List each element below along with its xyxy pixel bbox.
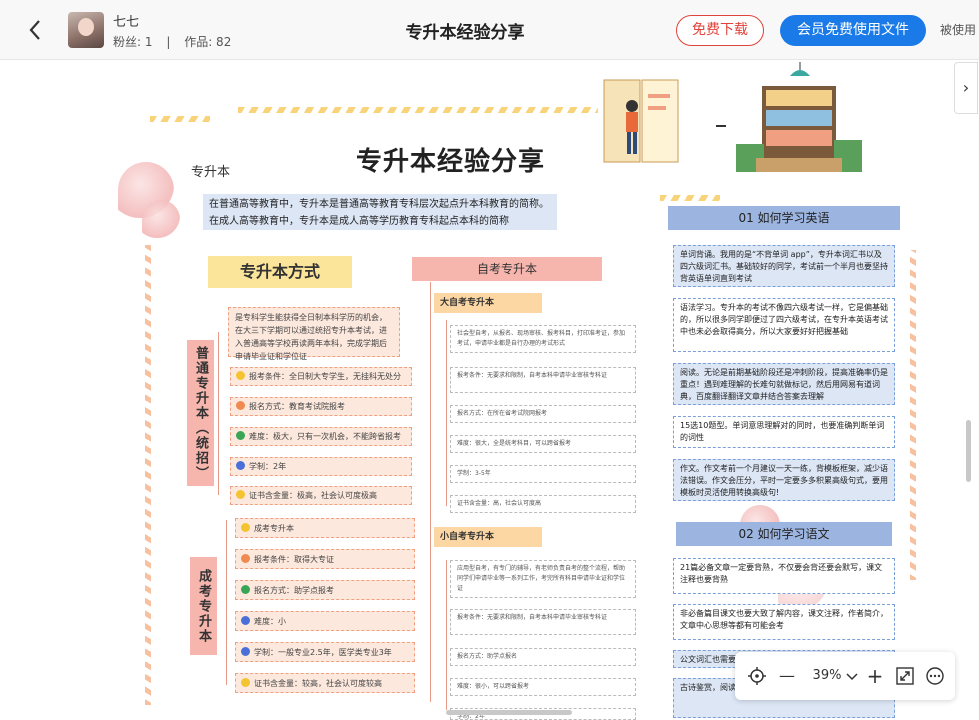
list-item[interactable]: 难度：极大，只有一次机会，不能跨省报考: [230, 427, 412, 446]
number-badge: [241, 616, 250, 625]
number-badge: [241, 523, 250, 532]
works-count: 作品: 82: [184, 35, 232, 49]
connector-line: [446, 560, 447, 710]
list-item[interactable]: 报名方式：助学点报名: [450, 648, 636, 666]
number-badge: [236, 371, 245, 380]
list-item[interactable]: 证书含金量：极高，社会认可度极高: [230, 486, 412, 505]
connector-line: [430, 282, 431, 702]
number-badge: [241, 554, 250, 563]
list-item[interactable]: 报考条件：无要求和限制，自考本科申请毕业审核专科证: [450, 367, 636, 393]
back-button[interactable]: [28, 16, 50, 44]
flower-decoration: [142, 200, 180, 238]
list-item[interactable]: 难度：很小，可以跨省报考: [450, 678, 636, 696]
self-exam-header[interactable]: 自考专升本: [412, 257, 602, 281]
category-desc[interactable]: 是专科学生能获得全日制本科学历的机会，在大三下学期可以通过统招专升本考试，进入普…: [228, 307, 400, 361]
methods-header[interactable]: 专升本方式: [208, 256, 352, 288]
locate-button[interactable]: [745, 664, 769, 692]
list-item[interactable]: 证书含金量：高，社会认可度高: [450, 495, 636, 513]
list-item[interactable]: 学制：一般专业2.5年，医学类专业3年: [235, 642, 415, 662]
mindmap-title: 专升本经验分享: [356, 147, 546, 177]
list-item[interactable]: 语法学习。专升本的考试不像四六级考试一样，它是偏基础的，所以很多同学即便过了四六…: [673, 298, 895, 352]
list-item[interactable]: 单词背诵。我用的是“不背单词 app”，专升本词汇书以及四六级词汇书。基础较好的…: [673, 245, 895, 287]
decor-dashes: [910, 250, 916, 580]
list-item[interactable]: 作文。作文考前一个月建议一天一练，背模板框架，减少语法错误。作文会压分，平时一定…: [673, 459, 895, 501]
list-item[interactable]: 难度：很大，全是统考科目，可以跨省报考: [450, 435, 636, 453]
number-badge: [236, 490, 245, 499]
zoom-out-button[interactable]: —: [775, 664, 799, 688]
number-badge: [241, 647, 250, 656]
zoom-dropdown[interactable]: [845, 664, 859, 688]
list-item[interactable]: 15选10题型。单词意思理解对的同时，也要准确判断单词的词性: [673, 416, 895, 448]
list-item[interactable]: 报名方式：在所在省考试院网报考: [450, 405, 636, 423]
number-badge: [236, 431, 245, 440]
connector-line: [218, 332, 219, 495]
category-normal-exam[interactable]: 普通专升本（统招）: [187, 340, 214, 486]
decor-dashes: [150, 116, 210, 122]
number-badge: [241, 678, 250, 687]
list-item[interactable]: 阅读。无论是前期基础阶段还是冲刺阶段，提高准确率仍是重点！遇到难理解的长难句就做…: [673, 363, 895, 405]
fullscreen-button[interactable]: [893, 664, 917, 692]
english-header[interactable]: 01 如何学习英语: [668, 206, 900, 230]
category-adult-exam[interactable]: 成考专升本: [190, 557, 217, 655]
big-self-exam-header[interactable]: 大自考专升本: [434, 293, 542, 313]
decor-dashes: [238, 107, 598, 113]
decor-dashes: [660, 195, 720, 201]
connector-line: [716, 125, 726, 127]
book-reading-illustration: [603, 79, 679, 163]
decor-dashes: [145, 245, 151, 705]
chevron-down-icon: [846, 673, 858, 681]
list-item[interactable]: 报考条件：全日制大专学生，无挂科无处分: [230, 367, 412, 386]
list-item[interactable]: 社会型自考，从报名、现场审核、报考科目，打印准考证，参加考试，申请毕业都是自行办…: [450, 325, 636, 353]
list-item[interactable]: 21篇必备文章一定要背熟，不仅要会背还要会默写，课文注释也要背熟: [673, 558, 895, 594]
small-self-exam-header[interactable]: 小自考专升本: [434, 527, 542, 547]
list-item[interactable]: 报名方式：助学点报考: [235, 580, 415, 600]
list-item[interactable]: 报名方式：教育考试院报考: [230, 397, 412, 416]
avatar[interactable]: [68, 12, 104, 48]
list-item[interactable]: 报考条件：取得大专证: [235, 549, 415, 569]
list-item[interactable]: 难度：小: [235, 611, 415, 631]
top-bar: 七七 粉丝: 1 | 作品: 82 专升本经验分享 免费下载 会员免费使用文件 …: [0, 0, 979, 60]
list-item[interactable]: 报考条件：无要求和限制，自考本科申请毕业审核专科证: [450, 609, 636, 635]
zoom-in-button[interactable]: +: [863, 664, 887, 688]
used-count-label: 被使用: [940, 23, 977, 37]
page-title: 专升本经验分享: [405, 23, 525, 43]
list-item[interactable]: 学制：3-5年: [450, 465, 636, 483]
more-icon: [926, 667, 944, 685]
connector-line: [446, 320, 447, 506]
number-badge: [236, 401, 245, 410]
zoom-level[interactable]: 39%: [807, 664, 847, 688]
zoom-toolbar: — 39% +: [735, 652, 955, 700]
more-button[interactable]: [923, 664, 947, 692]
chinese-header[interactable]: 02 如何学习语文: [676, 522, 892, 546]
list-item[interactable]: 证书含金量：较高，社会认可度较高: [235, 673, 415, 693]
library-illustration: [736, 62, 862, 172]
number-badge: [236, 461, 245, 470]
chevron-left-icon: [29, 20, 40, 40]
vip-use-button[interactable]: 会员免费使用文件: [780, 15, 926, 46]
crosshair-icon: [748, 667, 766, 685]
stats-separator: |: [166, 35, 171, 49]
horizontal-scrollbar[interactable]: [446, 710, 572, 715]
fans-count: 粉丝: 1: [113, 35, 153, 49]
connector-line: [226, 520, 227, 685]
free-download-button[interactable]: 免费下载: [676, 15, 764, 46]
intro-box[interactable]: 在普通高等教育中，专升本是普通高等教育专科层次起点升本科教育的简称。在成人高等教…: [203, 194, 557, 230]
list-item[interactable]: 应用型自考，有专门的辅导，有老师负责自考的整个流程，帮助同学们申请毕业等一系列工…: [450, 560, 636, 598]
list-item[interactable]: 学制：2年: [230, 457, 412, 476]
user-name[interactable]: 七七: [113, 11, 139, 30]
fullscreen-icon: [896, 667, 914, 685]
user-stats: 粉丝: 1 | 作品: 82: [113, 33, 231, 50]
number-badge: [241, 585, 250, 594]
topic-label: 专升本: [191, 165, 231, 180]
vertical-scrollbar[interactable]: [966, 420, 971, 482]
list-item[interactable]: 成考专升本: [235, 518, 415, 538]
list-item[interactable]: 非必备篇目课文也要大致了解内容，课文注释，作者简介，文章中心思想等都有可能会考: [673, 604, 895, 640]
sidebar-toggle-button[interactable]: ›: [954, 62, 978, 114]
